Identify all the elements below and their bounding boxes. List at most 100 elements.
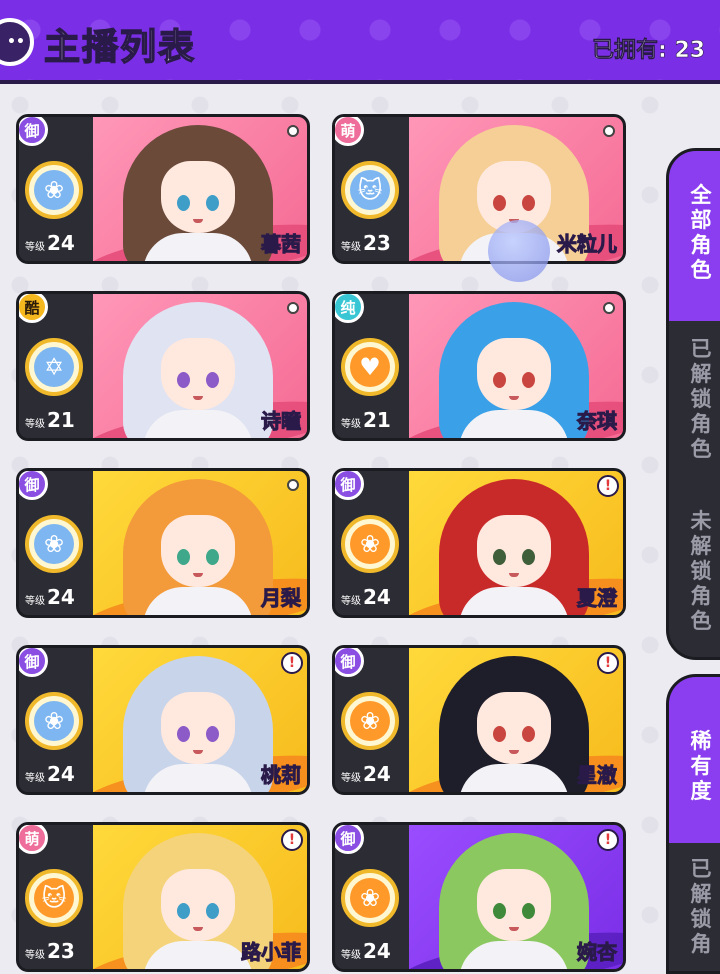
character-eye [177,903,190,919]
streamer-card[interactable]: ! ❀ 等级 24 御 星澈 [332,645,626,795]
tab-locked-label: 未解锁角色 [690,509,712,633]
tab-rarity[interactable]: 稀有度 [669,677,720,843]
type-badge: 御 [335,471,364,500]
level-display: 等级 21 [25,408,75,432]
level-label: 等级 [341,419,361,430]
level-display: 等级 24 [25,585,75,609]
status-dot-icon [287,479,299,491]
skill-emblem: ❀ [25,692,83,750]
exclamation-icon: ! [288,832,296,848]
cat-icon: 🐱 [34,878,74,918]
floating-assistant-button[interactable] [488,220,550,282]
alert-icon[interactable]: ! [597,829,619,851]
type-badge: 萌 [19,825,48,854]
character-eye [522,549,535,565]
tab-all-label: 全部角色 [690,183,712,282]
level-label: 等级 [25,242,45,253]
character-eye [206,903,219,919]
tab-unlocked-characters[interactable]: 已解锁角色 [669,337,720,487]
rose-icon: ❀ [34,170,74,210]
level-value: 23 [47,939,75,963]
exclamation-icon: ! [288,655,296,671]
character-eye [206,549,219,565]
status-dot-icon [287,302,299,314]
character-face [161,338,235,410]
character-eye [522,726,535,742]
streamer-card[interactable]: ! ❀ 等级 24 御 夏澄 [332,468,626,618]
character-eye [522,195,535,211]
status-dot-icon [603,302,615,314]
level-display: 等级 24 [341,762,391,786]
character-mouth [193,396,203,400]
level-value: 24 [363,585,391,609]
character-eye [206,372,219,388]
alert-icon[interactable]: ! [281,652,303,674]
character-mouth [509,573,519,577]
level-value: 24 [363,939,391,963]
exclamation-icon: ! [604,832,612,848]
level-display: 等级 24 [341,939,391,963]
page-title: 主播列表 [43,26,197,69]
level-display: 等级 21 [341,408,391,432]
streamer-card[interactable]: ✡ 等级 21 酷 诗瞳 [16,291,310,441]
rose-icon: ❀ [34,701,74,741]
streamer-card[interactable]: ! ❀ 等级 24 御 桃莉 [16,645,310,795]
level-value: 24 [363,762,391,786]
character-eye [522,903,535,919]
streamer-name: 奈琪 [577,409,618,434]
alert-icon[interactable]: ! [281,829,303,851]
level-label: 等级 [25,596,45,607]
owned-count: 已拥有: 23 [592,38,706,64]
header-bar: •• 主播列表 已拥有: 23 [0,0,720,84]
streamer-card[interactable]: ❀ 等级 24 御 暮茜 [16,114,310,264]
skill-emblem: ❀ [341,515,399,573]
character-art [123,302,273,438]
character-mouth [193,573,203,577]
level-label: 等级 [25,773,45,784]
skill-emblem: 🐱 [341,161,399,219]
character-art [439,656,589,792]
streamer-name: 诗瞳 [261,409,302,434]
streamer-card[interactable]: ! 🐱 等级 23 萌 路小菲 [16,822,310,972]
character-face [161,692,235,764]
skill-emblem: ✡ [25,338,83,396]
character-eye [177,549,190,565]
streamer-card[interactable]: ♥ 等级 21 纯 奈琪 [332,291,626,441]
streamer-card[interactable]: ❀ 等级 24 御 月梨 [16,468,310,618]
tab-all-characters[interactable]: 全部角色 [669,151,720,321]
alert-icon[interactable]: ! [597,652,619,674]
character-mouth [509,396,519,400]
type-badge: 御 [19,117,48,146]
tab-rarity-unlocked-label: 已解锁角 [690,857,712,956]
level-value: 21 [47,408,75,432]
skill-emblem: ❀ [341,692,399,750]
character-face [477,515,551,587]
character-eye [177,195,190,211]
level-label: 等级 [341,950,361,961]
alert-icon[interactable]: ! [597,475,619,497]
rose-icon: ❀ [350,524,390,564]
tab-rarity-unlocked[interactable]: 已解锁角 [669,857,720,971]
character-eye [493,726,506,742]
skill-emblem: ❀ [341,869,399,927]
level-value: 24 [47,585,75,609]
character-eye [493,903,506,919]
character-art [439,479,589,615]
type-badge: 御 [19,471,48,500]
streamer-card[interactable]: ! ❀ 等级 24 御 婉杏 [332,822,626,972]
filter-tabs: 全部角色 已解锁角色 未解锁角色 [666,148,720,660]
type-badge: 御 [19,648,48,677]
tab-rarity-label: 稀有度 [690,729,712,803]
rose-icon: ❀ [350,878,390,918]
tab-locked-characters[interactable]: 未解锁角色 [669,509,720,657]
character-face [477,692,551,764]
character-face [477,869,551,941]
streamer-card[interactable]: 🐱 等级 23 萌 米粒儿 [332,114,626,264]
streamer-name: 桃莉 [261,763,302,788]
heartbeat-icon: ♥ [350,347,390,387]
character-art [123,125,273,261]
character-mouth [509,927,519,931]
rose-icon: ❀ [350,701,390,741]
level-display: 等级 23 [341,231,391,255]
character-eye [493,195,506,211]
